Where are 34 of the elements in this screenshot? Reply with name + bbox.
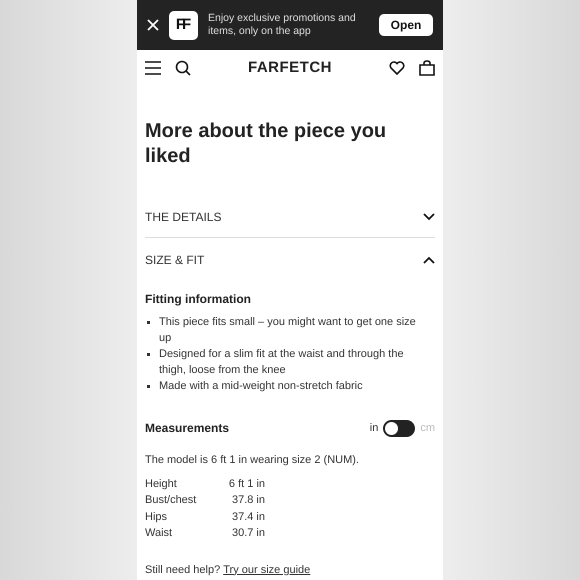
measurement-label: Waist — [145, 526, 174, 541]
close-icon[interactable] — [147, 19, 159, 31]
shopping-bag-icon[interactable] — [419, 60, 435, 76]
measurements-title: Measurements — [145, 420, 230, 437]
app-logo: FF — [169, 10, 198, 40]
open-button[interactable]: Open — [379, 14, 433, 36]
bullet-icon — [147, 321, 150, 324]
unit-toggle[interactable] — [383, 420, 416, 436]
bullet-icon — [147, 385, 150, 388]
measurement-value: 37.8 in — [230, 493, 265, 508]
page-heading: More about the piece you liked — [145, 119, 388, 169]
heart-icon[interactable] — [389, 61, 405, 75]
fitting-note: This piece fits small – you might want to get one size up — [159, 315, 417, 346]
unit-label: cm — [420, 420, 435, 436]
accordion-header[interactable]: SIZE & FIT — [145, 239, 435, 281]
measurement-value: 30.7 in — [230, 526, 265, 541]
measurement-value: 37.4 in — [230, 510, 265, 524]
fitting-note: Made with a mid-weight non-stretch fabric — [159, 379, 364, 394]
banner-text: Enjoy exclusive promotions and items, only on the app — [208, 12, 357, 38]
search-icon[interactable] — [175, 60, 191, 76]
fitting-note: Designed for a slim fit at the waist and through the thigh, loose from the knee — [159, 347, 405, 378]
bullet-icon — [147, 353, 150, 356]
menu-icon[interactable] — [145, 61, 161, 75]
measurement-value: 6 ft 1 in — [228, 476, 265, 492]
help-text: Still need help? — [145, 562, 220, 578]
accordion-header[interactable]: THE DETAILS — [145, 196, 435, 238]
size-guide-link[interactable]: Try our size guide — [223, 562, 310, 578]
model-note: The model is 6 ft 1 in wearing size 2 (NUM). — [145, 453, 360, 468]
brand-logo[interactable]: FARFETCH — [205, 56, 375, 80]
measurement-label: Height — [145, 476, 178, 492]
measurement-label: Bust/chest — [145, 493, 198, 508]
fitting-title: Fitting information — [145, 291, 252, 308]
unit-label: in — [370, 420, 378, 436]
measurement-label: Hips — [145, 510, 168, 524]
